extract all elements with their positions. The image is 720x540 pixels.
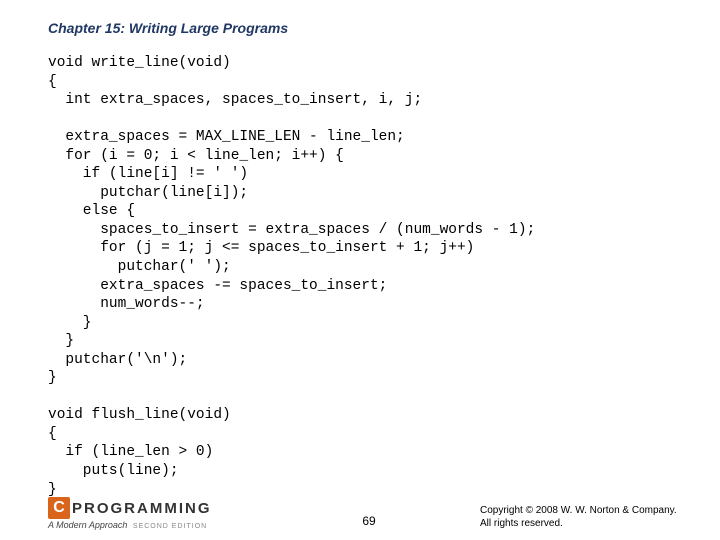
page-number: 69 [362,514,375,528]
book-logo: C PROGRAMMING A Modern Approach SECOND E… [48,497,212,530]
footer: C PROGRAMMING A Modern Approach SECOND E… [48,497,690,530]
logo-subtitle-text: A Modern Approach [48,520,127,530]
logo-main: C PROGRAMMING [48,497,212,519]
slide-content: Chapter 15: Writing Large Programs void … [0,0,720,499]
logo-c-icon: C [48,497,70,519]
logo-subtitle: A Modern Approach SECOND EDITION [48,520,212,530]
copyright-text: Copyright © 2008 W. W. Norton & Company.… [480,505,690,530]
logo-edition: SECOND EDITION [133,523,207,530]
code-block: void write_line(void) { int extra_spaces… [48,54,672,499]
logo-text: PROGRAMMING [72,500,212,517]
chapter-title: Chapter 15: Writing Large Programs [48,20,672,36]
